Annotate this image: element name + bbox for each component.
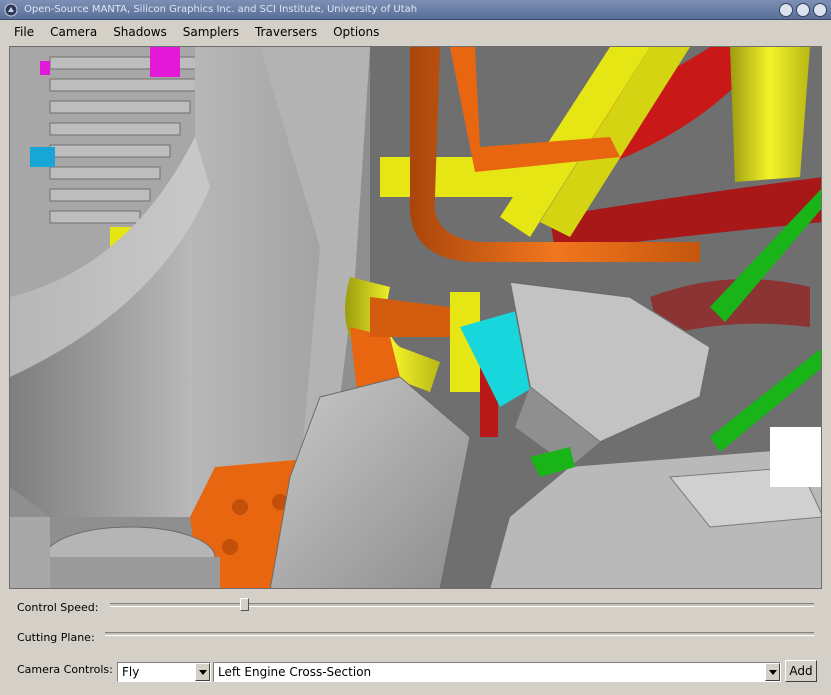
menu-traversers[interactable]: Traversers <box>247 20 325 44</box>
camera-mode-value: Fly <box>122 665 140 679</box>
camera-bookmark-value: Left Engine Cross-Section <box>218 665 372 679</box>
menu-camera[interactable]: Camera <box>42 20 105 44</box>
maximize-icon[interactable] <box>796 3 810 17</box>
app-icon <box>4 3 18 17</box>
menu-options[interactable]: Options <box>325 20 387 44</box>
camera-controls-label: Camera Controls: <box>17 663 113 676</box>
add-button[interactable]: Add <box>785 660 817 682</box>
control-speed-label: Control Speed: <box>17 601 99 614</box>
menu-shadows[interactable]: Shadows <box>105 20 175 44</box>
cutting-plane-label: Cutting Plane: <box>17 631 95 644</box>
minimize-icon[interactable] <box>779 3 793 17</box>
menu-file[interactable]: File <box>6 20 42 44</box>
camera-bookmark-select[interactable]: Left Engine Cross-Section <box>213 662 781 682</box>
render-viewport[interactable] <box>9 46 822 589</box>
chevron-down-icon[interactable] <box>765 663 780 681</box>
cutting-plane-slider[interactable] <box>105 632 814 636</box>
window-title: Open-Source MANTA, Silicon Graphics Inc.… <box>24 4 418 15</box>
control-speed-slider[interactable] <box>110 603 814 607</box>
controls-panel: Control Speed: Cutting Plane: Camera Con… <box>0 590 831 695</box>
control-speed-slider-thumb[interactable] <box>239 598 249 611</box>
menu-samplers[interactable]: Samplers <box>175 20 247 44</box>
engine-render <box>10 47 821 588</box>
camera-mode-select[interactable]: Fly <box>117 662 211 682</box>
title-bar: Open-Source MANTA, Silicon Graphics Inc.… <box>0 0 831 20</box>
close-icon[interactable] <box>813 3 827 17</box>
chevron-down-icon[interactable] <box>195 663 210 681</box>
menu-bar: File Camera Shadows Samplers Traversers … <box>0 20 831 44</box>
